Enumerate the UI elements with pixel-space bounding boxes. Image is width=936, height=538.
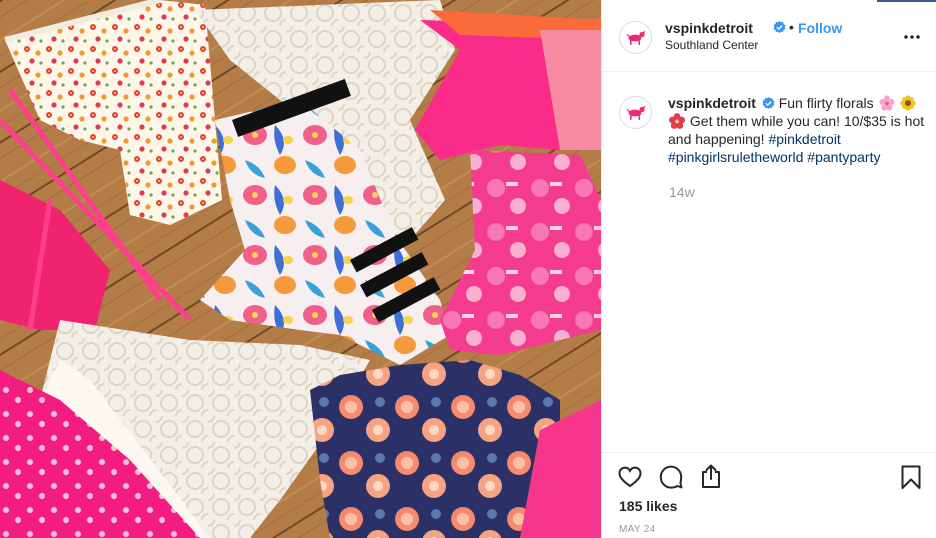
author-username[interactable]: vspinkdetroit [665, 20, 753, 36]
verified-badge-icon [762, 97, 775, 109]
post-date[interactable]: MAY 24 [619, 524, 655, 535]
sunflower-emoji [900, 95, 916, 111]
post-header: vspinkdetroit • Follow Southland Center [602, 0, 936, 72]
caption-author-avatar[interactable] [619, 96, 652, 129]
bookmark-icon[interactable] [898, 464, 924, 490]
post-photo[interactable] [0, 0, 601, 538]
comment-icon[interactable] [658, 464, 684, 490]
caption-username[interactable]: vspinkdetroit [668, 95, 756, 111]
share-icon[interactable] [698, 463, 724, 489]
follow-button[interactable]: Follow [798, 20, 842, 36]
post-actions: 185 likes MAY 24 [602, 452, 936, 538]
likes-count[interactable]: 185 likes [619, 498, 677, 514]
heart-icon[interactable] [617, 464, 643, 490]
pink-dog-logo-icon [626, 105, 646, 120]
floral-panties-photo [0, 0, 601, 538]
caption-body-1: Fun flirty florals [778, 95, 874, 111]
verified-badge-icon [773, 21, 786, 33]
cherry-blossom-emoji [879, 95, 894, 111]
hashtag-pinkdetroit[interactable]: #pinkdetroit [768, 131, 840, 147]
header-separator: • [789, 19, 794, 35]
caption-time-ago[interactable]: 14w [669, 184, 695, 200]
pink-dog-logo-icon [626, 30, 646, 45]
instagram-post: vspinkdetroit • Follow Southland Center [0, 0, 936, 538]
post-location[interactable]: Southland Center [665, 38, 758, 52]
hashtag-pinkgirlsruletheworld[interactable]: #pinkgirlsruletheworld [668, 149, 803, 165]
caption-text: vspinkdetroit Fun flirty florals Get the… [668, 94, 926, 166]
more-options-icon[interactable] [902, 27, 922, 47]
post-sidebar: vspinkdetroit • Follow Southland Center [601, 0, 936, 538]
hashtag-pantyparty[interactable]: #pantyparty [807, 149, 880, 165]
author-avatar[interactable] [619, 21, 652, 54]
hibiscus-emoji [669, 113, 685, 129]
